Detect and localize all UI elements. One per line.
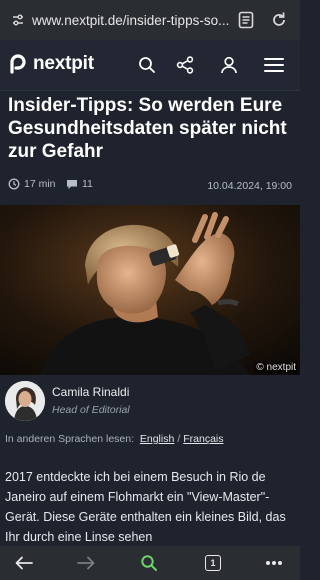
more-options-icon[interactable]: [264, 555, 284, 571]
site-logo[interactable]: nextpit: [8, 53, 94, 75]
url-text[interactable]: www.nextpit.de/insider-tipps-so...: [32, 13, 232, 28]
author-avatar[interactable]: [5, 381, 45, 421]
site-name: nextpit: [33, 53, 94, 74]
clock-icon: [8, 178, 20, 190]
refresh-icon[interactable]: [270, 11, 288, 29]
image-credit: © nextpit: [254, 362, 298, 373]
language-prefix: In anderen Sprachen lesen:: [5, 433, 135, 445]
article-meta: 17 min 11 10.04.2024, 19:00: [8, 178, 292, 196]
tabs-icon[interactable]: 1: [203, 555, 223, 571]
read-time: 17 min: [8, 178, 56, 190]
site-header: nextpit: [0, 40, 300, 91]
menu-icon[interactable]: [263, 55, 284, 75]
back-arrow-icon[interactable]: [14, 555, 34, 571]
language-link-francais[interactable]: Français: [183, 433, 223, 445]
publish-date: 10.04.2024, 19:00: [207, 180, 292, 192]
article-title: Insider-Tipps: So werden Eure Gesundheit…: [8, 95, 287, 162]
author-role: Head of Editorial: [52, 404, 130, 416]
author-name[interactable]: Camila Rinaldi: [52, 385, 129, 399]
hero-image: © nextpit: [0, 205, 300, 375]
search-icon[interactable]: [137, 55, 157, 75]
browser-bottom-bar: 1: [0, 546, 300, 580]
language-switcher: In anderen Sprachen lesen: English / Franç…: [5, 433, 224, 445]
search-tab-icon[interactable]: [139, 555, 159, 571]
comment-count: 11: [82, 178, 93, 190]
read-time-label: 17 min: [24, 178, 56, 190]
language-separator: /: [177, 433, 181, 445]
browser-address-bar[interactable]: www.nextpit.de/insider-tipps-so...: [0, 0, 300, 40]
article-intro: 2017 entdeckte ich bei einem Besuch in R…: [5, 470, 286, 544]
user-account-icon[interactable]: [219, 55, 239, 75]
tab-count: 1: [205, 555, 221, 571]
comment-icon: [67, 179, 77, 189]
site-info-icon[interactable]: [10, 12, 26, 28]
comments-link[interactable]: 11: [66, 178, 93, 190]
nextpit-logo-icon: [10, 54, 26, 74]
forward-arrow-icon[interactable]: [76, 555, 96, 571]
share-icon[interactable]: [175, 55, 195, 75]
reader-mode-icon[interactable]: [238, 11, 254, 29]
language-link-english[interactable]: English: [140, 433, 174, 445]
